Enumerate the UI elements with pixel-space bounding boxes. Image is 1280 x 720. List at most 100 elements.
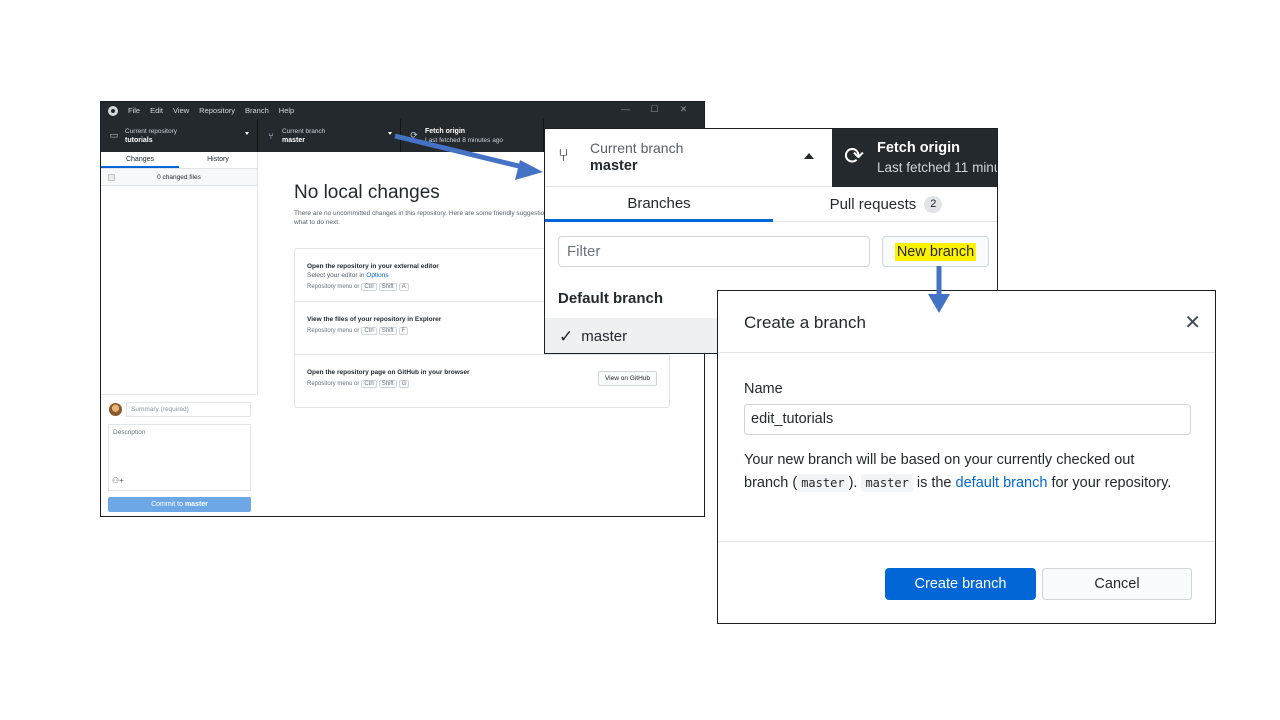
default-branch-heading: Default branch (558, 290, 664, 307)
tab-changes[interactable]: Changes (101, 152, 179, 168)
chevron-up-icon (804, 153, 814, 159)
create-branch-dialog: Create a branch ✕ Name edit_tutorials Yo… (717, 290, 1216, 624)
name-label: Name (744, 381, 783, 397)
sync-icon: ⟳ (844, 143, 865, 170)
checkmark-icon: ✓ (559, 326, 574, 346)
kbd-key: Ctrl (361, 380, 377, 388)
pull-requests-count-badge: 2 (924, 196, 943, 213)
tab-branches-label: Branches (627, 194, 691, 212)
close-icon[interactable]: ✕ (1184, 310, 1201, 335)
options-link[interactable]: Options (366, 272, 388, 279)
kbd-key: Shift (378, 283, 397, 291)
view-on-github-button[interactable]: View on GitHub (597, 371, 657, 386)
changed-files-header: 0 changed files (101, 169, 257, 186)
tab-history[interactable]: History (179, 152, 257, 168)
tab-pull-requests[interactable]: Pull requests 2 (773, 187, 997, 222)
commit-button[interactable]: Commit to master (108, 497, 251, 512)
suggestion-card-github: Open the repository page on GitHub in yo… (295, 355, 669, 408)
kbd-key: A (398, 283, 409, 291)
close-icon[interactable]: ✕ (669, 104, 698, 115)
current-branch-label: Current branch (590, 140, 684, 156)
desc-code-branch: master (861, 474, 913, 492)
new-branch-label: New branch (894, 242, 977, 261)
chevron-down-icon (388, 132, 392, 135)
cancel-button[interactable]: Cancel (1042, 568, 1192, 600)
filter-input[interactable]: Filter (558, 236, 870, 267)
fetch-origin-label: Fetch origin (425, 127, 466, 135)
kbd-key: G (398, 380, 410, 388)
kbd-key: F (398, 327, 409, 335)
add-coauthor-icon[interactable]: ⚇+ (112, 476, 124, 485)
menu-branch[interactable]: Branch (245, 106, 269, 115)
menu-repository[interactable]: Repository (199, 106, 235, 115)
current-branch-label: Current branch (282, 127, 326, 135)
tab-branches[interactable]: Branches (545, 187, 773, 222)
current-branch-button[interactable]: ⑂ Current branch master (545, 129, 832, 187)
shortcut-prefix: Repository menu or (307, 284, 360, 290)
chevron-down-icon (245, 132, 249, 135)
branch-dropdown-header: ⑂ Current branch master ⟳ Fetch origin L… (545, 129, 997, 187)
description-input[interactable]: Description (108, 424, 251, 491)
repo-icon: ▭ (109, 130, 119, 140)
commit-button-branch: master (184, 501, 208, 508)
fetch-origin-sub: Last fetched 11 minutes ago (877, 160, 997, 175)
menu-view[interactable]: View (173, 106, 189, 115)
shortcut-prefix: Repository menu or (307, 328, 360, 334)
maximize-icon[interactable]: ☐ (640, 104, 669, 115)
branch-name-input[interactable]: edit_tutorials (744, 404, 1191, 435)
dialog-divider (718, 541, 1215, 542)
changed-files-count: 0 changed files (157, 173, 201, 181)
fetch-origin-label: Fetch origin (877, 140, 960, 156)
desc-code-branch: master (797, 474, 849, 492)
current-branch-value: master (282, 136, 305, 144)
menu-edit[interactable]: Edit (150, 106, 163, 115)
shortcut-prefix: Repository menu or (307, 381, 360, 387)
avatar (109, 403, 122, 416)
kbd-key: Shift (378, 327, 397, 335)
menu-help[interactable]: Help (279, 106, 294, 115)
current-repository-label: Current repository (125, 127, 178, 135)
sync-icon: ⟳ (410, 130, 418, 140)
menu-bar: File Edit View Repository Branch Help (128, 106, 304, 115)
desc-text: is the (912, 475, 956, 491)
dialog-description: Your new branch will be based on your cu… (744, 449, 1174, 495)
window-controls: — ☐ ✕ (611, 104, 698, 115)
fetch-origin-button[interactable]: ⟳ Fetch origin Last fetched 11 minutes a… (832, 129, 997, 187)
fetch-origin-sub: Last fetched 8 minutes ago (425, 136, 504, 144)
branch-tabs: Branches Pull requests 2 (545, 187, 997, 222)
branch-name: master (581, 328, 628, 345)
desc-text: for your repository. (1047, 475, 1172, 491)
default-branch-link[interactable]: default branch (956, 475, 1048, 491)
sidebar: Changes History 0 changed files Summary … (101, 152, 258, 516)
github-logo-icon (108, 105, 118, 116)
commit-button-prefix: Commit to (151, 501, 185, 508)
page-subtitle: There are no uncommitted changes in this… (294, 210, 561, 226)
description-placeholder: Description (113, 429, 146, 436)
kbd-key: Shift (378, 380, 397, 388)
select-all-checkbox[interactable] (108, 173, 115, 181)
title-bar: File Edit View Repository Branch Help — … (101, 102, 704, 119)
dialog-title: Create a branch (744, 313, 866, 332)
branch-icon: ⑂ (268, 130, 274, 141)
tutorial-canvas: File Edit View Repository Branch Help — … (0, 0, 1280, 720)
dialog-header: Create a branch ✕ (718, 291, 1215, 353)
current-repository-button[interactable]: ▭ Current repository tutorials (101, 119, 258, 152)
branch-icon: ⑂ (558, 145, 569, 165)
summary-input[interactable]: Summary (required) (126, 402, 251, 417)
menu-file[interactable]: File (128, 106, 140, 115)
current-repository-value: tutorials (125, 136, 153, 144)
kbd-key: Ctrl (361, 327, 377, 335)
fetch-origin-button[interactable]: ⟳ Fetch origin Last fetched 8 minutes ag… (401, 119, 544, 152)
new-branch-button[interactable]: New branch (882, 236, 989, 267)
minimize-icon[interactable]: — (611, 104, 640, 115)
current-branch-value: master (590, 158, 638, 174)
kbd-key: Ctrl (361, 283, 377, 291)
sidebar-tabs: Changes History (101, 152, 257, 169)
current-branch-button[interactable]: ⑂ Current branch master (258, 119, 401, 152)
desc-text: ). (848, 475, 862, 491)
page-title: No local changes (294, 182, 440, 203)
tab-pull-requests-label: Pull requests (829, 196, 917, 213)
card-subtitle-text: Select your editor in (307, 272, 367, 279)
create-branch-button[interactable]: Create branch (885, 568, 1036, 600)
commit-area: Summary (required) Description ⚇+ Commit… (101, 394, 258, 516)
